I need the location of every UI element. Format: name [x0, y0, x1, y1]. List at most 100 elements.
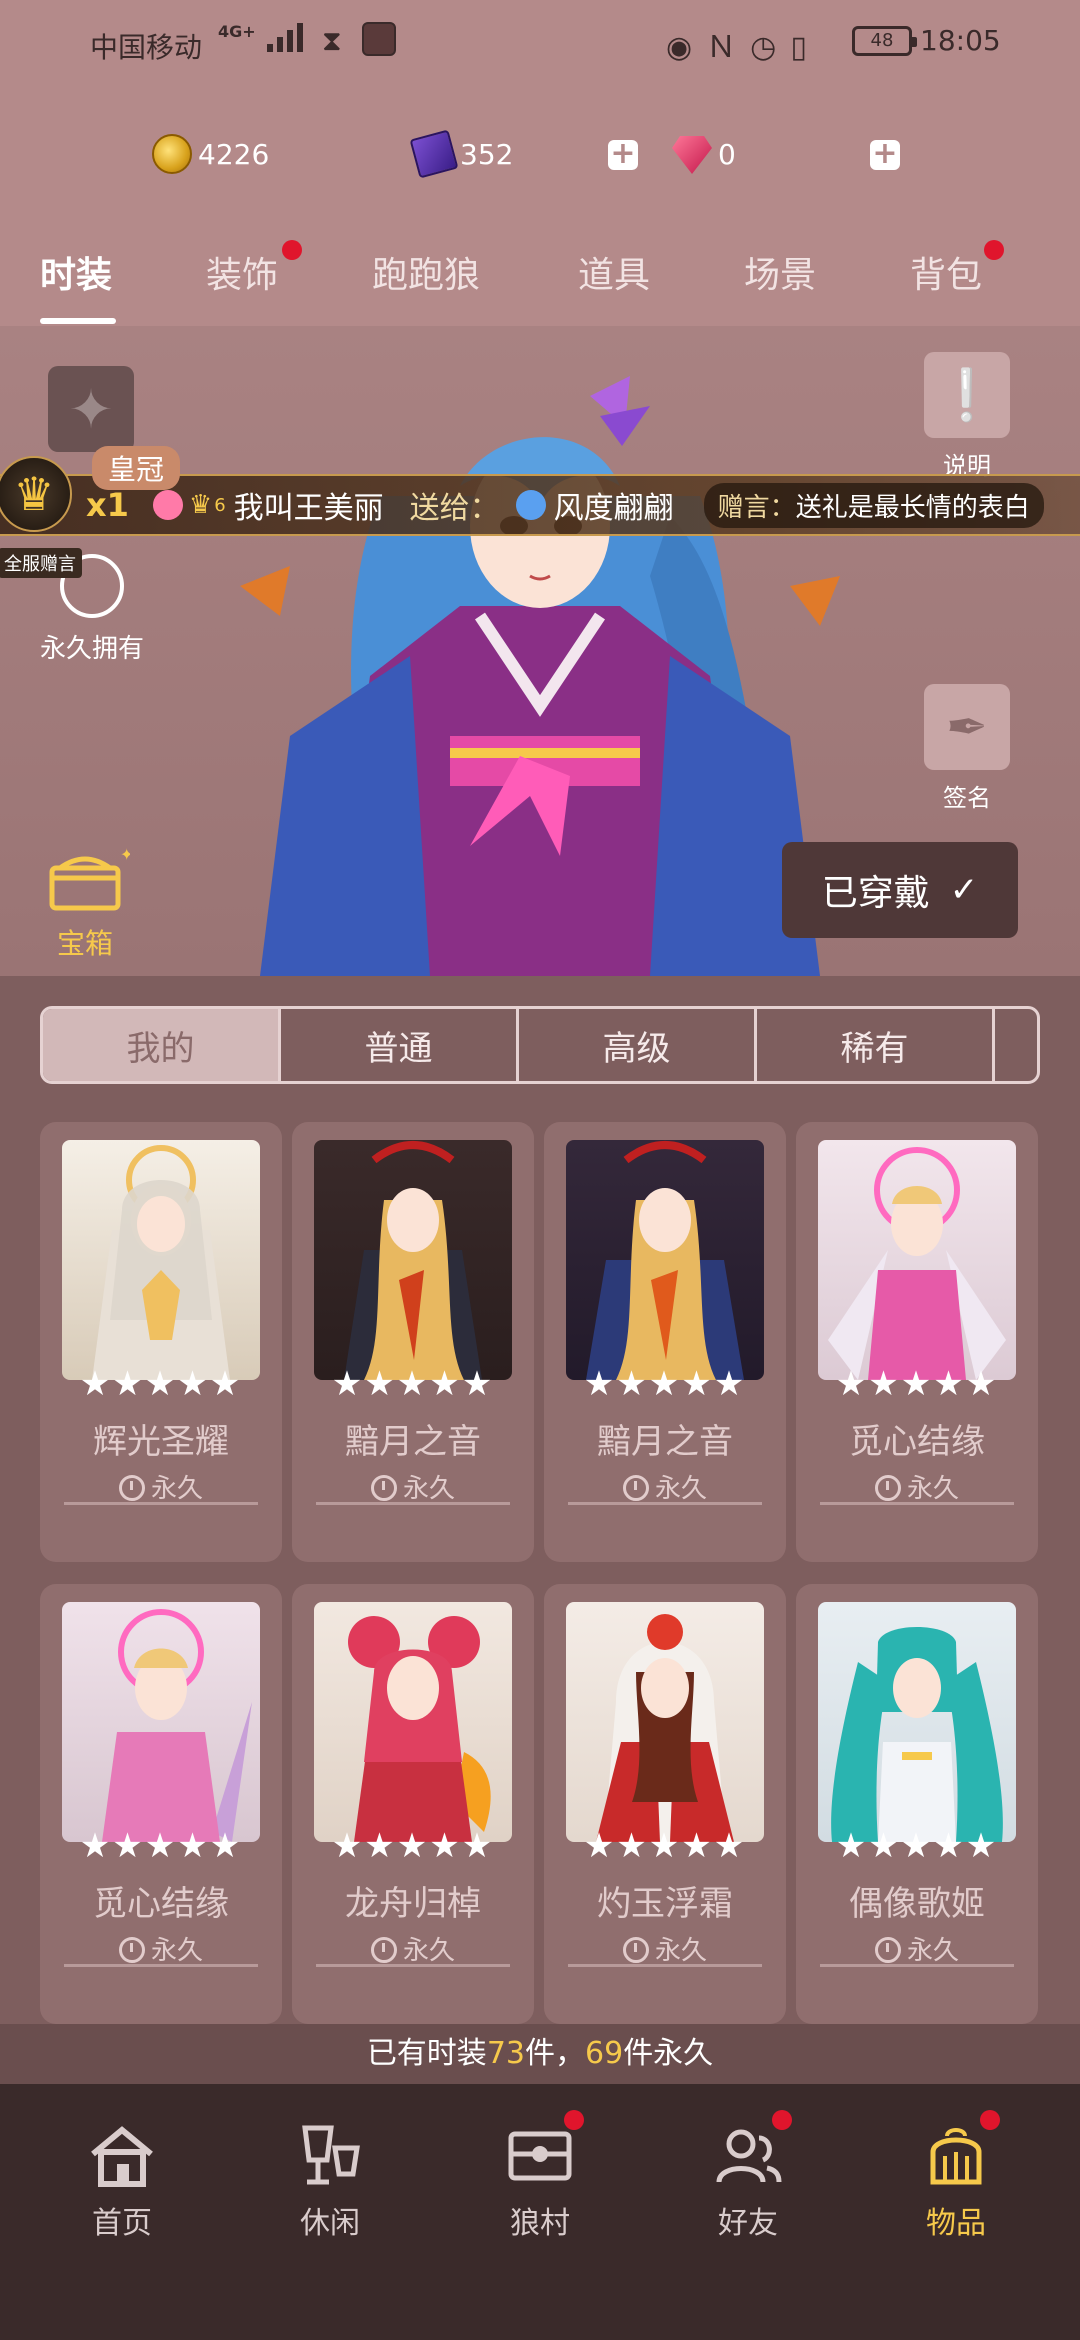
receiver-name: 风度翩翩 — [553, 491, 674, 526]
help-button[interactable]: ❕ 说明 — [924, 352, 1010, 481]
nav-items-label: 物品 — [926, 2206, 986, 2241]
divider — [820, 1964, 1014, 1967]
rating-stars: ★★★★★ — [835, 1826, 999, 1866]
crown-gift-label: 皇冠 — [92, 446, 181, 490]
book-icon: ❕ — [924, 352, 1010, 438]
friends-icon — [713, 2124, 783, 2188]
card-amount: 352 — [460, 137, 514, 171]
nav-leisure[interactable]: 休闲 — [270, 2124, 390, 2242]
outfit-duration: 永久 — [544, 1930, 786, 1967]
outfit-portrait — [62, 1602, 260, 1842]
tab-scene[interactable]: 场景 — [744, 246, 816, 298]
rating-stars: ★★★★★ — [583, 1364, 747, 1404]
outfit-card[interactable]: ★★★★★ 觅心结缘 永久 — [796, 1122, 1038, 1562]
nav-home-label: 首页 — [92, 2206, 152, 2241]
all-server-tag: 全服赠言 — [0, 548, 82, 578]
message-label: 赠言： — [717, 492, 796, 523]
clock-icon — [874, 1475, 901, 1501]
gift-message: 赠言：送礼是最长情的表白 — [703, 482, 1044, 528]
gem-balance: 0 — [672, 134, 736, 174]
rating-stars: ★★★★★ — [79, 1826, 243, 1866]
currency-row: 4226 352 + 0 + — [0, 128, 1080, 188]
summary-suffix: 件永久 — [623, 2036, 714, 2071]
clock-icon — [370, 1475, 397, 1501]
nav-items[interactable]: 物品 — [896, 2110, 1016, 2242]
divider — [64, 1964, 258, 1967]
outfit-portrait — [818, 1140, 1016, 1380]
wolf-village-badge — [564, 2110, 584, 2130]
summary-prefix: 已有时装 — [366, 2036, 487, 2071]
coin-icon — [152, 134, 192, 174]
gem-icon — [672, 136, 712, 174]
outfit-card[interactable]: ★★★★★ 龙舟归棹 永久 — [292, 1584, 534, 2024]
outfit-portrait — [314, 1140, 512, 1380]
rating-stars: ★★★★★ — [79, 1364, 243, 1404]
rarity-tabs: 我的 普通 高级 稀有 — [40, 1006, 1040, 1084]
rarity-tab-normal[interactable]: 普通 — [281, 1009, 519, 1081]
outfit-name: 辉光圣耀 — [93, 1422, 229, 1462]
worn-status-button[interactable]: 已穿戴 ✓ — [782, 842, 1018, 938]
outfit-duration: 永久 — [796, 1930, 1038, 1967]
treasure-label: 宝箱 — [56, 927, 113, 960]
coin-amount: 4226 — [198, 137, 270, 171]
female-icon — [152, 490, 183, 520]
outfit-name: 觅心结缘 — [849, 1422, 985, 1462]
outfit-card[interactable]: ★★★★★ 灼玉浮霜 永久 — [544, 1584, 786, 2024]
outfit-card[interactable]: ★★★★★ 黯月之音 永久 — [292, 1122, 534, 1562]
outfit-name: 黯月之音 — [597, 1422, 733, 1462]
outfit-card[interactable]: ★★★★★ 辉光圣耀 永久 — [40, 1122, 282, 1562]
rarity-tab-mine[interactable]: 我的 — [43, 1009, 281, 1081]
duration-text: 永久 — [402, 1474, 455, 1504]
tab-decoration[interactable]: 装饰 — [206, 246, 278, 298]
nav-home[interactable]: 首页 — [62, 2124, 182, 2242]
outfit-card[interactable]: ★★★★★ 偶像歌姬 永久 — [796, 1584, 1038, 2024]
summary-total: 73 — [486, 2036, 525, 2071]
signature-label: 签名 — [943, 784, 991, 812]
duration-text: 永久 — [654, 1936, 707, 1966]
worn-label: 已穿戴 — [821, 873, 930, 914]
outfit-duration: 永久 — [292, 1468, 534, 1505]
outfit-duration: 永久 — [40, 1468, 282, 1505]
outfit-duration: 永久 — [292, 1930, 534, 1967]
backpack-badge — [984, 240, 1004, 260]
crown-rank-icon: ♛ — [188, 490, 213, 520]
friends-badge — [772, 2110, 792, 2130]
treasure-chest-button[interactable]: ✦ 宝箱 — [40, 845, 133, 962]
gem-amount: 0 — [718, 137, 736, 171]
tab-backpack[interactable]: 背包 — [910, 246, 982, 298]
puzzle-button[interactable]: ✦ — [48, 366, 134, 452]
summary-middle: 件， — [525, 2036, 585, 2071]
nav-wolf-village-label: 狼村 — [510, 2206, 570, 2241]
give-label: 送给： — [409, 491, 500, 526]
rarity-tab-advanced[interactable]: 高级 — [519, 1009, 757, 1081]
signature-button[interactable]: ✒ 签名 — [924, 684, 1010, 813]
outfit-card[interactable]: ★★★★★ 觅心结缘 永久 — [40, 1584, 282, 2024]
carrier-name: 中国移动 — [90, 31, 203, 64]
clock-icon — [622, 1937, 649, 1963]
outfit-card[interactable]: ★★★★★ 黯月之音 永久 — [544, 1122, 786, 1562]
nav-friends-label: 好友 — [718, 2206, 778, 2241]
outfit-duration: 永久 — [796, 1468, 1038, 1505]
divider — [568, 1502, 762, 1505]
outfit-portrait — [62, 1140, 260, 1380]
duration-text: 永久 — [150, 1936, 203, 1966]
duration-text: 永久 — [906, 1936, 959, 1966]
card-balance: 352 — [409, 129, 514, 179]
clock-icon — [118, 1475, 145, 1501]
tab-runner-wolf[interactable]: 跑跑狼 — [372, 246, 480, 298]
add-cards-button[interactable]: + — [608, 139, 638, 170]
rarity-tab-rare[interactable]: 稀有 — [757, 1009, 995, 1081]
clock-icon — [874, 1937, 901, 1963]
tab-fashion[interactable]: 时装 — [40, 246, 112, 298]
tab-props[interactable]: 道具 — [578, 246, 650, 298]
divider — [64, 1502, 258, 1505]
outfit-portrait — [566, 1602, 764, 1842]
outfit-name: 龙舟归棹 — [345, 1884, 481, 1924]
nav-wolf-village[interactable]: 狼村 — [480, 2110, 600, 2242]
nav-friends[interactable]: 好友 — [688, 2110, 808, 2242]
add-gems-button[interactable]: + — [870, 139, 900, 170]
rating-stars: ★★★★★ — [835, 1364, 999, 1404]
clock-icon — [622, 1475, 649, 1501]
signal-icon — [265, 20, 313, 61]
decoration-badge — [282, 240, 302, 260]
